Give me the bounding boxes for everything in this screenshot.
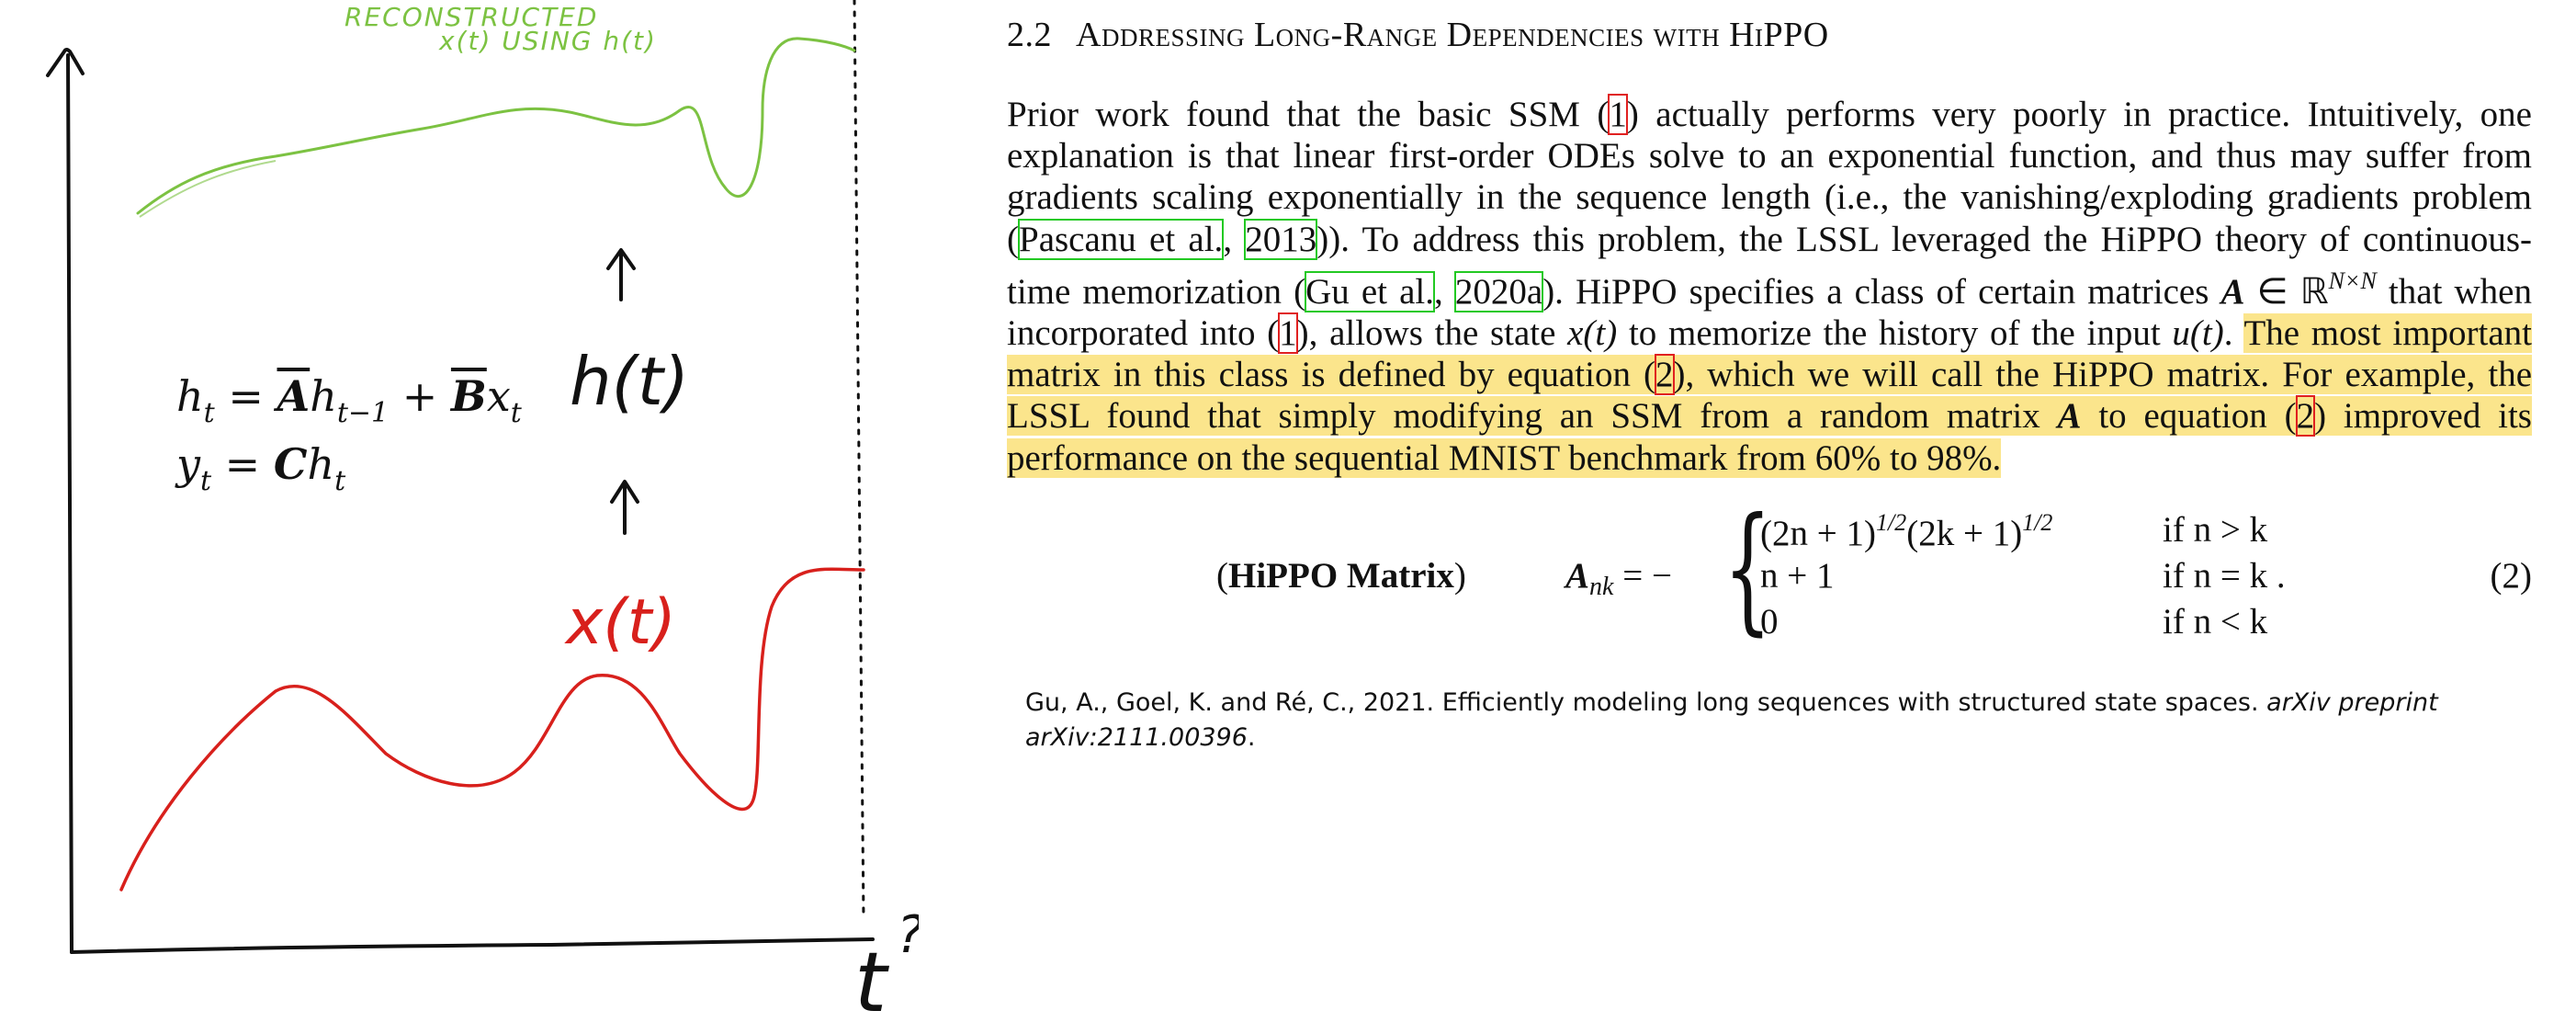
ssm-output-equation: yt = Cht xyxy=(176,439,346,497)
ssm-state-equation: ht = Aht−1 + Bxt xyxy=(176,371,522,429)
time-axis-question-mark: ? xyxy=(897,905,919,965)
case-3-expression: 0 xyxy=(1760,602,1779,642)
y-axis-arrowhead xyxy=(46,48,85,77)
equation-ref-1[interactable]: 1 xyxy=(1608,94,1628,135)
equation-ref-2b[interactable]: 2 xyxy=(2295,395,2316,437)
up-arrow-lower xyxy=(610,480,639,535)
citation-link-gu[interactable]: Gu et al. xyxy=(1305,270,1436,312)
equation-ref-1b[interactable]: 1 xyxy=(1278,312,1298,355)
body-paragraph: Prior work found that the basic SSM (1) … xyxy=(1007,94,2533,478)
equation-lhs: Ank = − xyxy=(1565,556,1672,601)
sketch-panel: RECONSTRUCTED x(t) USING h(t) h(t) x(t) … xyxy=(0,0,919,1022)
case-3-condition: if n < k xyxy=(2163,602,2268,642)
x-axis xyxy=(70,937,875,954)
up-arrow-upper xyxy=(606,248,636,301)
case-1-condition: if n > k xyxy=(2163,510,2268,550)
paper-excerpt: 2.2 Addressing Long-Range Dependencies wi… xyxy=(1007,0,2533,1022)
section-heading: 2.2 Addressing Long-Range Dependencies wi… xyxy=(1007,15,1829,55)
reconstructed-label-line2: x(t) USING h(t) xyxy=(438,26,657,56)
time-axis-label: t xyxy=(854,935,890,1022)
hippo-matrix-equation: (HiPPO Matrix) Ank = − { (2n + 1)1/2(2k … xyxy=(1007,500,2532,660)
equation-number: (2) xyxy=(2490,556,2532,596)
hidden-state-label: h(t) xyxy=(570,343,689,420)
section-number: 2.2 xyxy=(1007,16,1052,54)
equation-ref-2[interactable]: 2 xyxy=(1655,354,1675,396)
citation-link-2013[interactable]: 2013 xyxy=(1244,218,1318,260)
section-title: Addressing Long-Range Dependencies with … xyxy=(1076,16,1829,54)
y-axis xyxy=(66,53,73,954)
reconstructed-signal-curve xyxy=(136,37,856,215)
equation-label: (HiPPO Matrix) xyxy=(1216,556,1466,596)
time-boundary-dotted-line xyxy=(853,0,865,921)
reference-citation: Gu, A., Goel, K. and Ré, C., 2021. Effic… xyxy=(1025,688,2438,752)
case-2-condition: if n = k . xyxy=(2163,556,2286,596)
citation-link-2020a[interactable]: 2020a xyxy=(1453,270,1544,312)
case-1-expression: (2n + 1)1/2(2k + 1)1/2 xyxy=(1760,509,2053,553)
sketch-drawing: RECONSTRUCTED x(t) USING h(t) h(t) x(t) … xyxy=(46,0,919,1022)
citation-link-pascanu[interactable]: Pascanu et al. xyxy=(1017,218,1225,260)
case-2-expression: n + 1 xyxy=(1760,556,1835,596)
input-signal-curve xyxy=(119,567,865,891)
input-label: x(t) xyxy=(564,586,676,659)
